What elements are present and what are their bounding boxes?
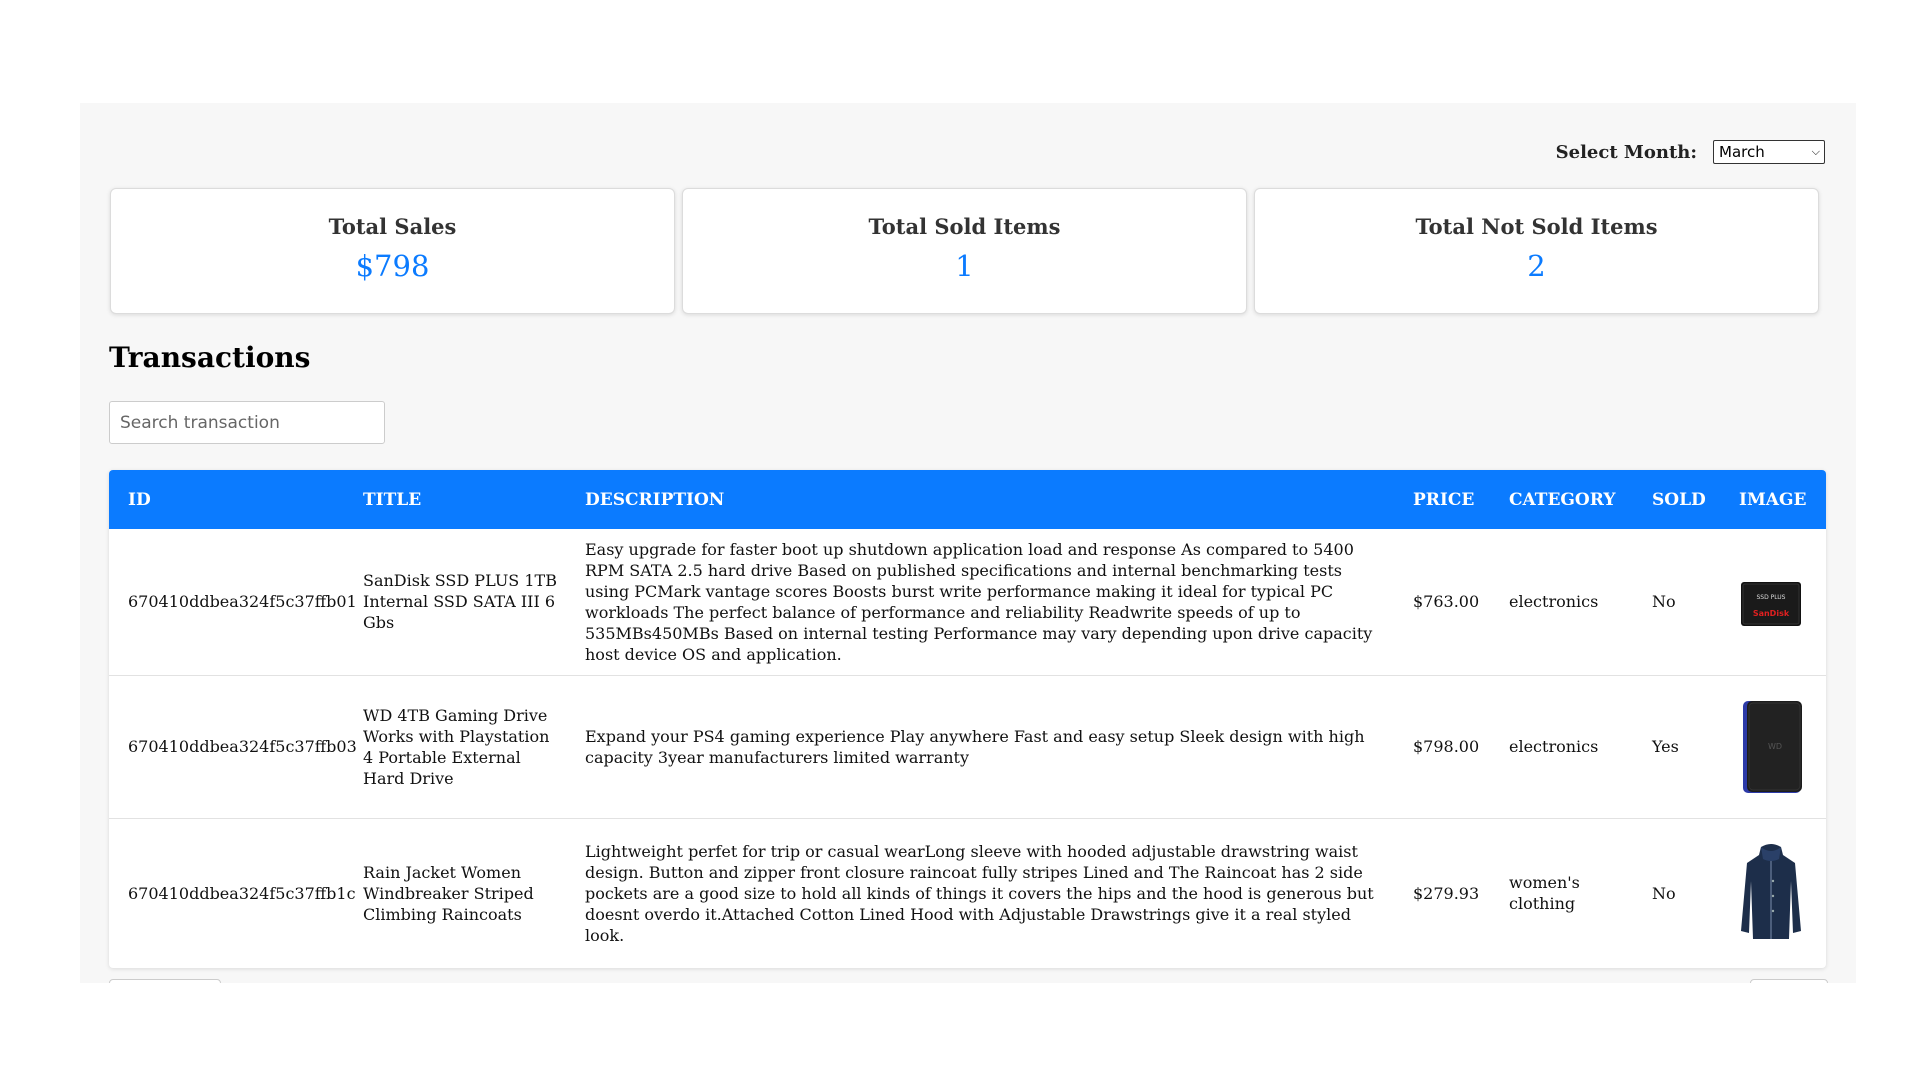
total-sales-card: Total Sales $798: [110, 188, 675, 314]
table-row[interactable]: 670410ddbea324f5c37ffb01 SanDisk SSD PLU…: [109, 529, 1826, 676]
cell-description: Lightweight perfet for trip or casual we…: [585, 841, 1374, 945]
column-header-price[interactable]: PRICE: [1394, 470, 1490, 529]
table-row[interactable]: 670410ddbea324f5c37ffb1c Rain Jacket Wom…: [109, 818, 1826, 968]
cell-description: Expand your PS4 gaming experience Play a…: [566, 675, 1394, 819]
dashboard-panel: Select Month: March ⌵ Total Sales $798 T…: [80, 103, 1856, 983]
ssd-icon: SSD PLUS SanDisk: [1741, 581, 1801, 626]
card-title: Total Sales: [328, 214, 457, 239]
column-header-category[interactable]: CATEGORY: [1490, 470, 1633, 529]
cell-sold: No: [1633, 529, 1720, 676]
column-header-description[interactable]: DESCRIPTION: [566, 470, 1394, 529]
transactions-heading: Transactions: [109, 341, 311, 374]
cell-title: SanDisk SSD PLUS 1TB Internal SSD SATA I…: [344, 529, 566, 676]
cell-category: women's clothing: [1509, 873, 1580, 914]
stats-cards: Total Sales $798 Total Sold Items 1 Tota…: [110, 188, 1819, 314]
card-title: Total Not Sold Items: [1415, 214, 1658, 239]
pagination-next-stub[interactable]: [1750, 979, 1828, 983]
column-header-image[interactable]: IMAGE: [1720, 470, 1826, 529]
search-input[interactable]: [109, 401, 385, 444]
cell-price: $798.00: [1394, 675, 1490, 819]
ssd-label-text: SSD PLUS: [1756, 594, 1785, 601]
pagination-previous-stub[interactable]: [109, 979, 221, 983]
jacket-icon: [1741, 844, 1801, 940]
column-header-title[interactable]: TITLE: [344, 470, 566, 529]
cell-image: [1720, 818, 1826, 968]
total-sold-items-card: Total Sold Items 1: [682, 188, 1247, 314]
cell-sold: Yes: [1633, 675, 1720, 819]
table-row[interactable]: 670410ddbea324f5c37ffb03 WD 4TB Gaming D…: [109, 675, 1826, 819]
transactions-table-wrap: ID TITLE DESCRIPTION PRICE CATEGORY SOLD…: [109, 470, 1826, 968]
month-select-value: March: [1719, 143, 1765, 161]
cell-image: WD: [1720, 675, 1826, 819]
column-header-id[interactable]: ID: [109, 470, 344, 529]
cell-category: electronics: [1490, 675, 1633, 819]
card-value: 1: [955, 249, 974, 283]
table-header-row: ID TITLE DESCRIPTION PRICE CATEGORY SOLD…: [109, 470, 1826, 529]
ssd-brand-text: SanDisk: [1753, 609, 1790, 618]
cell-category: electronics: [1490, 529, 1633, 676]
cell-image: SSD PLUS SanDisk: [1720, 529, 1826, 676]
card-value: 2: [1527, 249, 1546, 283]
chevron-down-icon: ⌵: [1811, 145, 1820, 158]
cell-id: 670410ddbea324f5c37ffb01: [109, 529, 357, 676]
transactions-table: ID TITLE DESCRIPTION PRICE CATEGORY SOLD…: [109, 470, 1826, 968]
card-value: $798: [355, 249, 430, 283]
total-not-sold-items-card: Total Not Sold Items 2: [1254, 188, 1819, 314]
card-title: Total Sold Items: [868, 214, 1061, 239]
cell-sold: No: [1652, 883, 1676, 903]
cell-title: WD 4TB Gaming Drive Works with Playstati…: [344, 675, 566, 819]
hard-drive-icon: WD: [1743, 700, 1802, 793]
month-label: Select Month:: [1555, 141, 1697, 163]
cell-price: $279.93: [1413, 883, 1480, 903]
column-header-sold[interactable]: SOLD: [1633, 470, 1720, 529]
cell-price: $763.00: [1394, 529, 1490, 676]
drive-brand-text: WD: [1768, 742, 1782, 751]
cell-description: Easy upgrade for faster boot up shutdown…: [566, 529, 1394, 676]
month-selector-row: Select Month: March ⌵: [1556, 140, 1825, 164]
cell-id: 670410ddbea324f5c37ffb1c: [128, 883, 356, 903]
cell-title: Rain Jacket Women Windbreaker Striped Cl…: [363, 862, 534, 924]
cell-id: 670410ddbea324f5c37ffb03: [109, 675, 357, 819]
month-select[interactable]: March ⌵: [1713, 140, 1825, 164]
